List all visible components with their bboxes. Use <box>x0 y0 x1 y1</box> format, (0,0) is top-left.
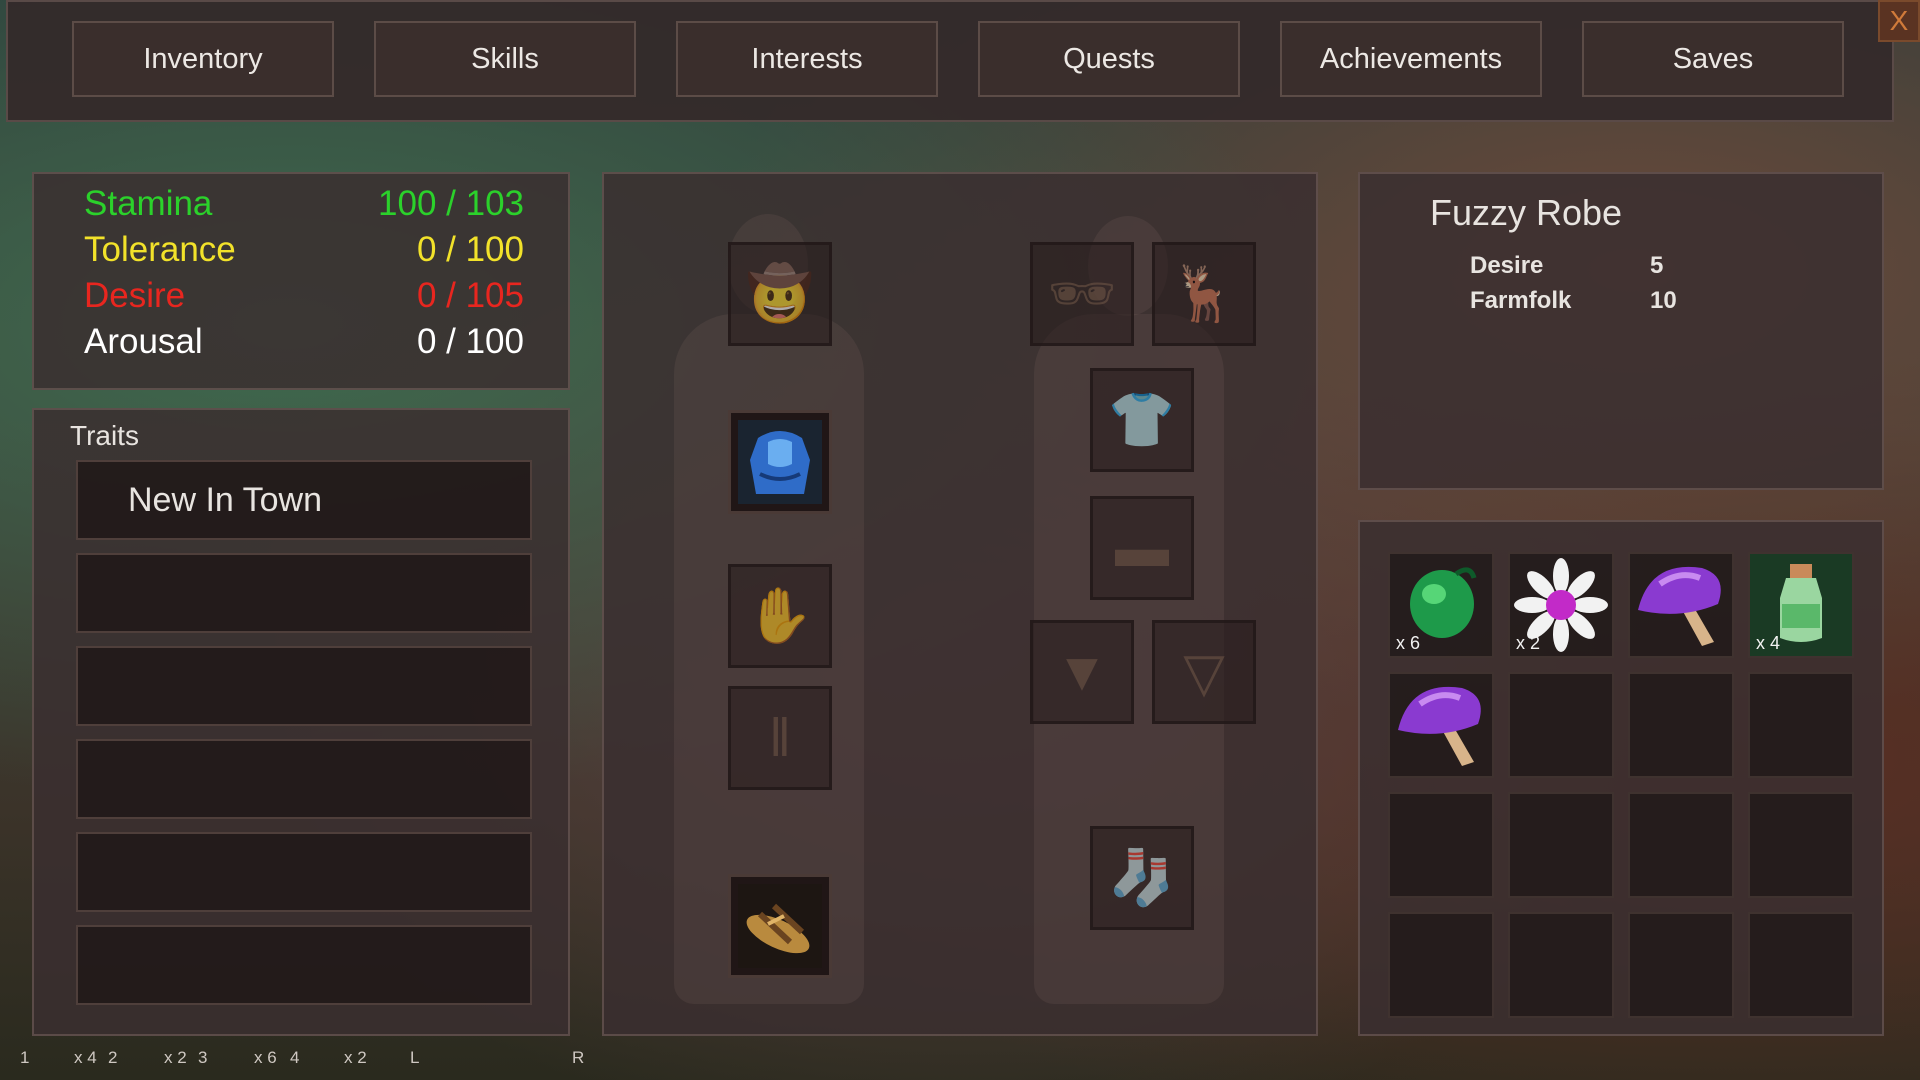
inventory-slot[interactable] <box>1628 792 1734 898</box>
inventory-slot[interactable] <box>1508 672 1614 778</box>
trait-slot[interactable] <box>76 925 532 1005</box>
purple-mushroom-icon <box>1638 566 1721 646</box>
horns-slot[interactable]: 🦌 <box>1152 242 1256 346</box>
close-button[interactable]: X <box>1878 0 1920 42</box>
eyes-slot[interactable]: 🕶 <box>1030 242 1134 346</box>
inventory-slot[interactable] <box>1388 912 1494 1018</box>
item-stat-value: 5 <box>1650 252 1664 279</box>
waist-slot[interactable]: ▬ <box>1090 496 1194 600</box>
traits-title: Traits <box>70 420 139 451</box>
gloves-icon: ✋ <box>746 585 814 646</box>
stat-arousal: Arousal 0 / 100 <box>84 322 524 368</box>
inventory-slot[interactable]: x 6 <box>1388 552 1494 658</box>
inventory-slot[interactable] <box>1628 672 1734 778</box>
inventory-slot[interactable] <box>1388 672 1494 778</box>
item-stat-row: Desire 5 <box>1470 252 1770 286</box>
head-slot[interactable]: 🤠 <box>728 242 832 346</box>
glasses-icon: 🕶 <box>1047 263 1117 324</box>
tab-achievements[interactable]: Achievements <box>1280 21 1542 97</box>
hotbar-right-trigger: R <box>572 1048 585 1067</box>
inventory-slot[interactable] <box>1748 912 1854 1018</box>
inventory-grid: x 6 x 2 x 4 <box>1358 520 1884 1036</box>
inventory-slot[interactable] <box>1628 552 1734 658</box>
feet-slot[interactable] <box>728 874 832 978</box>
inventory-slot[interactable] <box>1508 792 1614 898</box>
tab-quests[interactable]: Quests <box>978 21 1240 97</box>
purple-mushroom-icon <box>1398 686 1481 766</box>
item-quantity: x 6 <box>1396 633 1421 653</box>
inventory-slot[interactable]: x 4 <box>1748 552 1854 658</box>
legs-slot[interactable]: ‖ <box>728 686 832 790</box>
sandals-icon <box>738 884 822 968</box>
stat-tolerance: Tolerance 0 / 100 <box>84 230 524 276</box>
item-stat-row: Farmfolk 10 <box>1470 287 1770 321</box>
traits-panel: Traits New In Town <box>32 408 570 1036</box>
trait-slot[interactable] <box>76 553 532 633</box>
stat-stamina: Stamina 100 / 103 <box>84 184 524 230</box>
item-quantity: x 4 <box>1756 633 1781 653</box>
inventory-slot[interactable] <box>1628 912 1734 1018</box>
stats-panel: Stamina 100 / 103 Tolerance 0 / 100 Desi… <box>32 172 570 390</box>
tab-inventory[interactable]: Inventory <box>72 21 334 97</box>
hotbar-left-trigger: L <box>410 1048 420 1067</box>
tab-saves[interactable]: Saves <box>1582 21 1844 97</box>
item-info-panel: Fuzzy Robe Desire 5 Farmfolk 10 <box>1358 172 1884 490</box>
trait-slot[interactable] <box>76 739 532 819</box>
socks-icon: 🧦 <box>1108 847 1176 908</box>
trait-slot[interactable] <box>76 832 532 912</box>
inventory-slot[interactable] <box>1508 912 1614 1018</box>
hotbar-key: 4 <box>290 1048 300 1067</box>
hat-icon: 🤠 <box>746 263 814 324</box>
stat-value: 0 / 105 <box>416 276 524 315</box>
underwear-front-slot[interactable]: ▼ <box>1030 620 1134 724</box>
hotbar: 1 x 4 2 x 2 3 x 6 4 x 2 L R <box>0 1040 600 1080</box>
socks-slot[interactable]: 🧦 <box>1090 826 1194 930</box>
item-stat-key: Desire <box>1470 252 1544 279</box>
equipment-panel: 🤠 ✋ ‖ 🕶 🦌 👕 ▬ ▼ ▽ 🧦 <box>602 172 1318 1036</box>
stat-value: 0 / 100 <box>416 230 524 269</box>
stat-label: Desire <box>84 276 186 315</box>
hotbar-qty: x 6 <box>254 1048 277 1067</box>
hotbar-qty: x 4 <box>74 1048 97 1067</box>
item-quantity: x 2 <box>1516 633 1541 653</box>
trait-slot[interactable]: New In Town <box>76 460 532 540</box>
torso-slot[interactable] <box>728 410 832 514</box>
belt-icon: ▬ <box>1115 518 1169 578</box>
hotbar-qty: x 2 <box>344 1048 367 1067</box>
tab-interests[interactable]: Interests <box>676 21 938 97</box>
hotbar-key: 1 <box>20 1048 30 1067</box>
inventory-slot[interactable] <box>1388 792 1494 898</box>
inventory-slot[interactable] <box>1748 672 1854 778</box>
inventory-slot[interactable]: x 2 <box>1508 552 1614 658</box>
tab-skills[interactable]: Skills <box>374 21 636 97</box>
shirt-slot[interactable]: 👕 <box>1090 368 1194 472</box>
stat-label: Tolerance <box>84 230 236 269</box>
pants-icon: ‖ <box>768 708 792 768</box>
stat-label: Stamina <box>84 184 213 223</box>
stat-value: 100 / 103 <box>378 184 524 223</box>
inventory-slot[interactable] <box>1748 792 1854 898</box>
underwear-icon: ▽ <box>1183 642 1225 703</box>
antlers-icon: 🦌 <box>1170 263 1238 324</box>
hotbar-key: 2 <box>108 1048 118 1067</box>
blue-robe-icon <box>738 420 822 504</box>
item-stat-value: 10 <box>1650 287 1677 314</box>
hands-slot[interactable]: ✋ <box>728 564 832 668</box>
top-nav-bar: Inventory Skills Interests Quests Achiev… <box>6 0 1894 122</box>
stat-desire: Desire 0 / 105 <box>84 276 524 322</box>
underwear-icon: ▼ <box>1055 642 1109 702</box>
hotbar-key: 3 <box>198 1048 208 1067</box>
item-name: Fuzzy Robe <box>1430 192 1623 233</box>
trait-slot[interactable] <box>76 646 532 726</box>
stat-label: Arousal <box>84 322 203 361</box>
item-stat-key: Farmfolk <box>1470 287 1572 314</box>
hotbar-qty: x 2 <box>164 1048 187 1067</box>
stat-value: 0 / 100 <box>416 322 524 361</box>
shirt-icon: 👕 <box>1108 389 1176 450</box>
underwear-back-slot[interactable]: ▽ <box>1152 620 1256 724</box>
